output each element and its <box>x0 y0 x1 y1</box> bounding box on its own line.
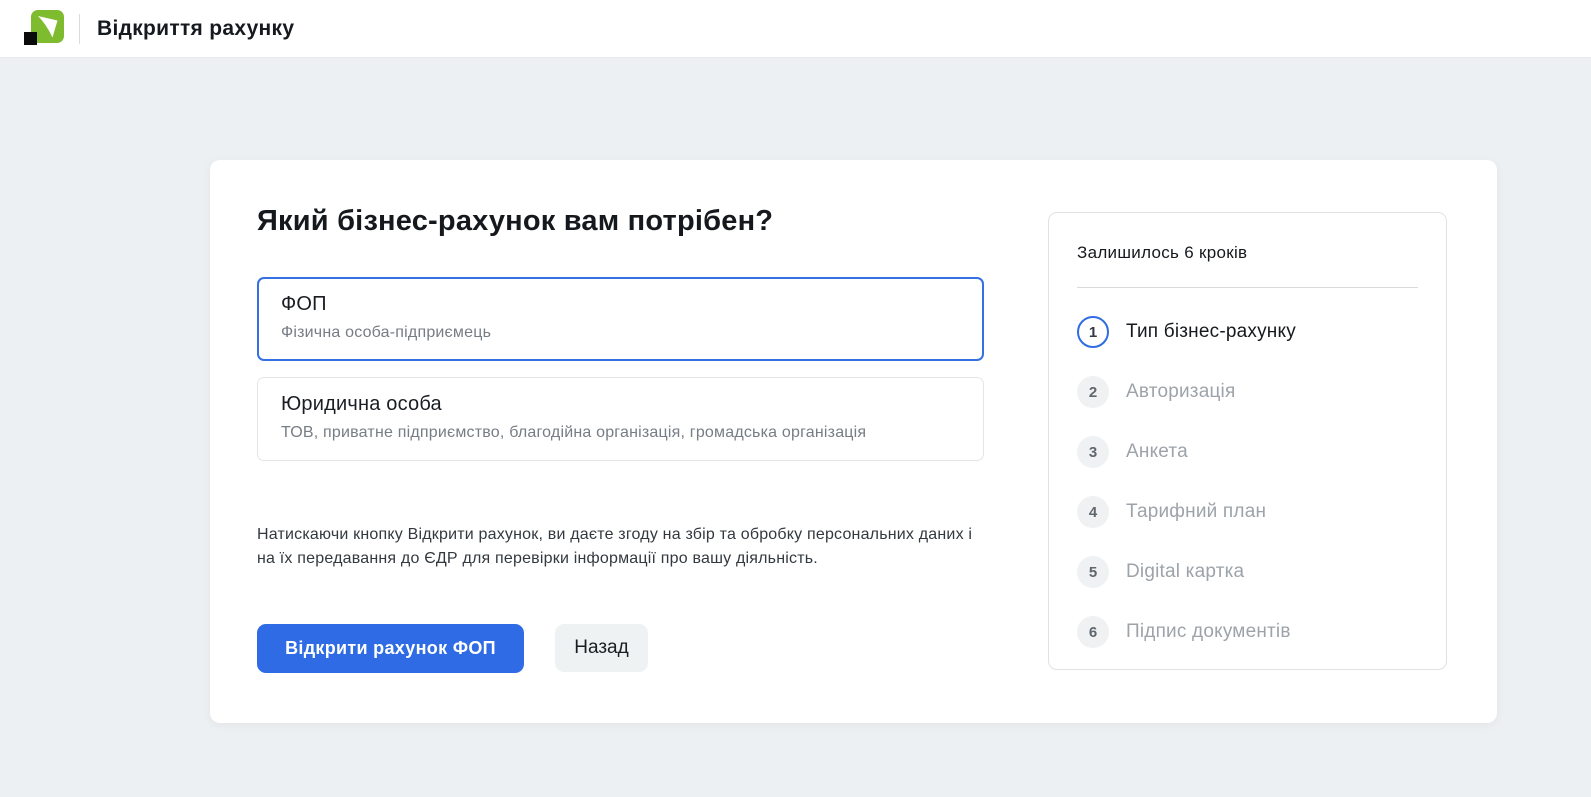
step-number-badge: 5 <box>1077 556 1109 588</box>
main-card: Який бізнес-рахунок вам потрібен? ФОП Фі… <box>210 160 1497 723</box>
option-fop[interactable]: ФОП Фізична особа-підприємець <box>257 277 984 361</box>
open-account-button[interactable]: Відкрити рахунок ФОП <box>257 624 524 673</box>
step-label: Digital картка <box>1126 561 1244 583</box>
step-item-tariff-plan: 4 Тарифний план <box>1077 494 1418 530</box>
step-number-badge: 4 <box>1077 496 1109 528</box>
step-item-authorization: 2 Авторизація <box>1077 374 1418 410</box>
step-label: Тарифний план <box>1126 501 1266 523</box>
page-title: Відкриття рахунку <box>97 0 294 58</box>
privatbank-logo-icon <box>24 10 64 48</box>
question-heading: Який бізнес-рахунок вам потрібен? <box>257 205 773 238</box>
step-number-badge: 2 <box>1077 376 1109 408</box>
step-number-badge: 6 <box>1077 616 1109 648</box>
step-label: Авторизація <box>1126 381 1235 403</box>
steps-panel-title: Залишилось 6 кроків <box>1077 243 1418 263</box>
steps-divider <box>1077 287 1418 288</box>
option-fop-title: ФОП <box>281 293 959 316</box>
header-divider <box>79 14 80 44</box>
option-fop-subtitle: Фізична особа-підприємець <box>281 324 959 342</box>
option-legal-entity-title: Юридична особа <box>281 393 959 416</box>
step-item-account-type: 1 Тип бізнес-рахунку <box>1077 314 1418 350</box>
step-number-badge: 3 <box>1077 436 1109 468</box>
step-label: Тип бізнес-рахунку <box>1126 321 1296 343</box>
app-header: Відкриття рахунку <box>0 0 1591 58</box>
step-item-document-signing: 6 Підпис документів <box>1077 614 1418 650</box>
step-item-digital-card: 5 Digital картка <box>1077 554 1418 590</box>
steps-panel: Залишилось 6 кроків 1 Тип бізнес-рахунку… <box>1048 212 1447 670</box>
option-legal-entity-subtitle: ТОВ, приватне підприємство, благодійна о… <box>281 424 959 442</box>
step-label: Підпис документів <box>1126 621 1291 643</box>
step-item-questionnaire: 3 Анкета <box>1077 434 1418 470</box>
privatbank-logo[interactable] <box>24 10 64 48</box>
steps-list: 1 Тип бізнес-рахунку 2 Авторизація 3 Анк… <box>1077 314 1418 650</box>
step-number-badge: 1 <box>1077 316 1109 348</box>
step-label: Анкета <box>1126 441 1188 463</box>
back-button[interactable]: Назад <box>555 624 648 672</box>
consent-text: Натискаючи кнопку Відкрити рахунок, ви д… <box>257 523 973 571</box>
option-legal-entity[interactable]: Юридична особа ТОВ, приватне підприємств… <box>257 377 984 461</box>
